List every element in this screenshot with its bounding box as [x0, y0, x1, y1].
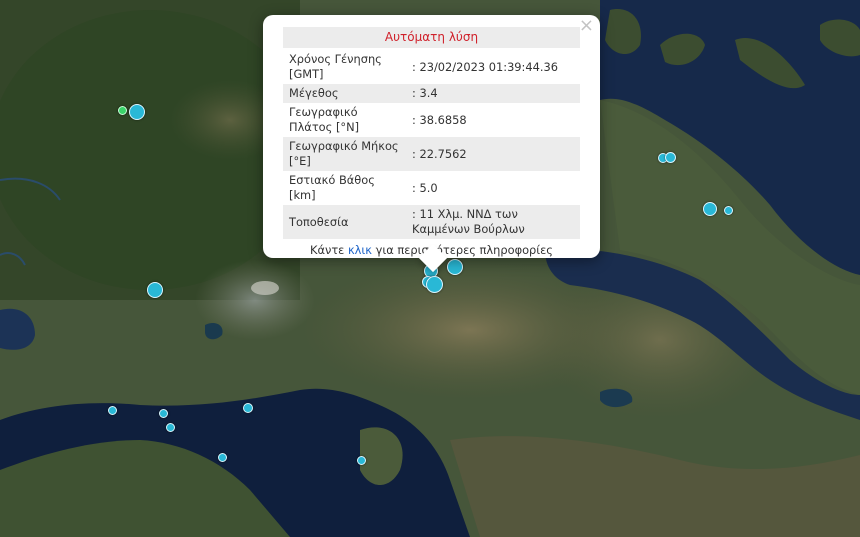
detail-label: Γεωγραφικό Πλάτος [°N]	[289, 105, 360, 134]
detail-value: : 11 Χλμ. ΝΝΔ των Καμμένων Βούρλων	[408, 205, 580, 239]
earthquake-marker[interactable]	[357, 456, 366, 465]
detail-row-depth: Εστιακό Βάθος [km] : 5.0	[283, 171, 580, 205]
detail-value: : 22.7562	[408, 137, 580, 171]
earthquake-marker[interactable]	[243, 403, 253, 413]
earthquake-marker[interactable]	[159, 409, 168, 418]
detail-label: Μέγεθος	[283, 84, 408, 103]
earthquake-marker[interactable]	[703, 202, 717, 216]
earthquake-marker-recent[interactable]	[118, 106, 127, 115]
detail-row-longitude: Γεωγραφικό Μήκος [°E] : 22.7562	[283, 137, 580, 171]
earthquake-details-table: Χρόνος Γένησης [GMT] : 23/02/2023 01:39:…	[283, 50, 580, 239]
satellite-map[interactable]: × Αυτόματη λύση Χρόνος Γένησης [GMT] : 2…	[0, 0, 860, 537]
more-info-suffix: για περισσότερες πληροφορίες	[372, 243, 553, 257]
detail-row-magnitude: Μέγεθος : 3.4	[283, 84, 580, 103]
earthquake-marker[interactable]	[447, 259, 463, 275]
detail-row-location: Τοποθεσία : 11 Χλμ. ΝΝΔ των Καμμένων Βού…	[283, 205, 580, 239]
earthquake-marker-selected[interactable]	[426, 276, 443, 293]
detail-label: Χρόνος Γένησης [GMT]	[289, 52, 382, 81]
earthquake-marker[interactable]	[665, 152, 676, 163]
detail-value: : 3.4	[408, 84, 580, 103]
detail-label: Εστιακό Βάθος [km]	[289, 173, 375, 202]
detail-row-latitude: Γεωγραφικό Πλάτος [°N] : 38.6858	[283, 103, 580, 137]
more-info-prefix: Κάντε	[309, 243, 348, 257]
earthquake-info-popup: × Αυτόματη λύση Χρόνος Γένησης [GMT] : 2…	[263, 15, 600, 273]
detail-label: Γεωγραφικό Μήκος [°E]	[283, 137, 408, 171]
earthquake-marker[interactable]	[108, 406, 117, 415]
detail-value: : 23/02/2023 01:39:44.36	[412, 59, 559, 74]
detail-label: Τοποθεσία	[283, 205, 408, 239]
popup-close-button[interactable]: ×	[579, 17, 594, 35]
earthquake-marker[interactable]	[147, 282, 163, 298]
detail-row-origin-time: Χρόνος Γένησης [GMT] : 23/02/2023 01:39:…	[283, 50, 580, 84]
earthquake-marker[interactable]	[724, 206, 733, 215]
earthquake-marker[interactable]	[218, 453, 227, 462]
detail-value: : 38.6858	[412, 112, 467, 127]
earthquake-marker[interactable]	[129, 104, 145, 120]
more-info-link[interactable]: κλικ	[348, 243, 372, 257]
earthquake-marker[interactable]	[166, 423, 175, 432]
popup-title: Αυτόματη λύση	[283, 27, 580, 48]
detail-value: : 5.0	[412, 180, 438, 195]
